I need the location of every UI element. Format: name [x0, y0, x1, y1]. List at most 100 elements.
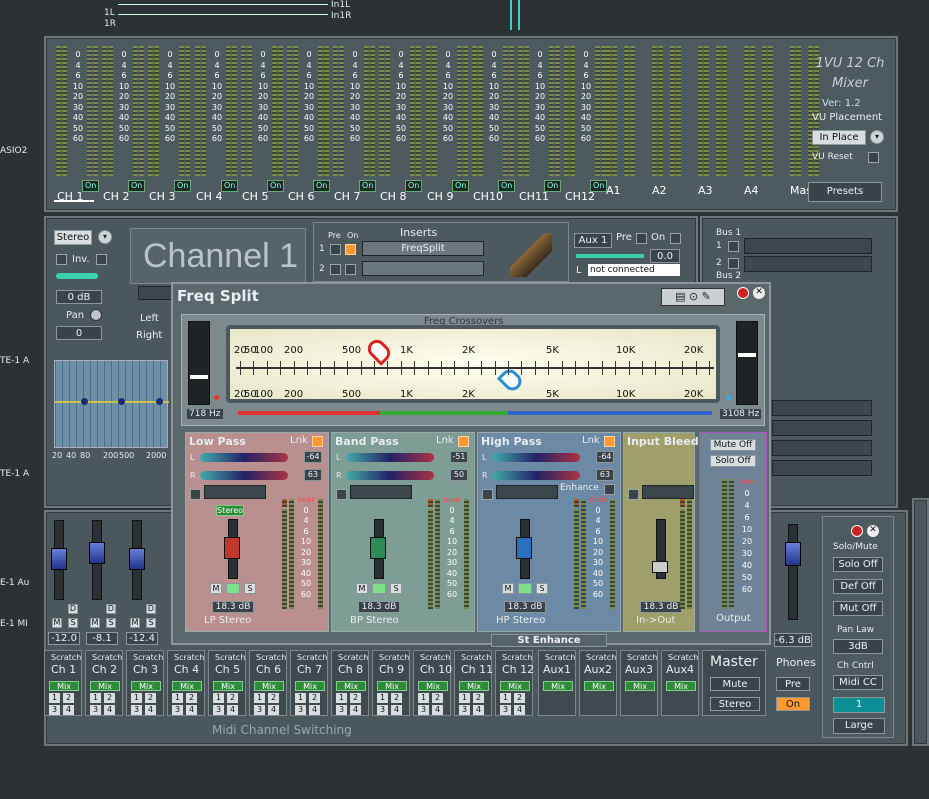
- insert1-on-checkbox[interactable]: [345, 244, 356, 255]
- mix-button[interactable]: Mix: [418, 681, 448, 691]
- section-fader-thumb[interactable]: [224, 537, 240, 559]
- master-mute-button[interactable]: Mute: [710, 677, 760, 691]
- fader-thumb[interactable]: [51, 548, 67, 570]
- level-button[interactable]: [226, 583, 240, 594]
- gain-slider[interactable]: [56, 273, 98, 279]
- midi-num-button[interactable]: 3: [172, 705, 183, 715]
- mix-button[interactable]: Mix: [625, 681, 655, 691]
- bus-row[interactable]: [772, 440, 872, 456]
- vu-on-badge[interactable]: On: [221, 180, 239, 192]
- midi-num-button[interactable]: 4: [227, 705, 238, 715]
- large-button[interactable]: Large: [833, 718, 885, 734]
- midi-num-button[interactable]: 3: [254, 705, 265, 715]
- pan-l-slider[interactable]: [200, 453, 288, 462]
- bus1-checkbox[interactable]: [728, 241, 739, 252]
- midi-num-button[interactable]: 2: [432, 693, 443, 703]
- midi-num-button[interactable]: 4: [186, 705, 197, 715]
- bus-row[interactable]: [772, 420, 872, 436]
- close-icon[interactable]: ✕: [867, 525, 879, 537]
- eq-node[interactable]: [118, 398, 125, 405]
- pan-l-value[interactable]: -51: [450, 451, 468, 463]
- midi-num-button[interactable]: 4: [63, 705, 74, 715]
- midi-num-button[interactable]: 2: [514, 693, 525, 703]
- cc-number-field[interactable]: 1: [833, 697, 885, 713]
- mute-button[interactable]: M: [356, 583, 368, 594]
- presets-button[interactable]: Presets: [808, 182, 882, 202]
- midi-num-button[interactable]: 1: [172, 693, 183, 703]
- section-gain-value[interactable]: 18.3 dB: [640, 601, 682, 613]
- section-fader-thumb[interactable]: [652, 561, 668, 573]
- eq-graph[interactable]: [54, 360, 169, 448]
- fader-value[interactable]: -12.4: [126, 632, 158, 645]
- chevron-down-icon[interactable]: ▾: [98, 230, 112, 244]
- midi-num-button[interactable]: 3: [213, 705, 224, 715]
- section-slot[interactable]: [204, 485, 266, 499]
- midi-num-button[interactable]: 2: [186, 693, 197, 703]
- midi-num-button[interactable]: 3: [49, 705, 60, 715]
- pan-r-value[interactable]: 63: [304, 469, 322, 481]
- low-crossover-marker[interactable]: [364, 336, 394, 366]
- fader-d-button[interactable]: D: [68, 604, 78, 614]
- mix-button[interactable]: Mix: [131, 681, 161, 691]
- midi-num-button[interactable]: 4: [391, 705, 402, 715]
- vu-on-badge[interactable]: On: [82, 180, 100, 192]
- mix-button[interactable]: Mix: [377, 681, 407, 691]
- phones-on-button[interactable]: On: [776, 697, 810, 711]
- midi-num-button[interactable]: 3: [131, 705, 142, 715]
- fader-thumb[interactable]: [129, 548, 145, 570]
- aux-select[interactable]: Aux 1: [574, 233, 612, 248]
- mix-button[interactable]: Mix: [459, 681, 489, 691]
- inv-checkbox[interactable]: [56, 254, 67, 265]
- def-off-button[interactable]: Def Off: [833, 579, 883, 594]
- vu-on-badge[interactable]: On: [128, 180, 146, 192]
- insert2-on-checkbox[interactable]: [345, 264, 356, 275]
- pan-value[interactable]: 0: [56, 326, 102, 340]
- st-enhance-button[interactable]: St Enhance: [491, 634, 607, 647]
- midi-num-button[interactable]: 1: [90, 693, 101, 703]
- level-button[interactable]: [518, 583, 532, 594]
- vu-on-badge[interactable]: On: [174, 180, 192, 192]
- midi-num-button[interactable]: 3: [336, 705, 347, 715]
- solo-button[interactable]: S: [244, 583, 256, 594]
- midi-num-button[interactable]: 1: [49, 693, 60, 703]
- solo-button[interactable]: S: [390, 583, 402, 594]
- mode-select[interactable]: Stereo: [54, 230, 92, 245]
- pan-r-value[interactable]: 63: [596, 469, 614, 481]
- midi-num-button[interactable]: 2: [63, 693, 74, 703]
- midi-num-button[interactable]: 3: [418, 705, 429, 715]
- section-fader-thumb[interactable]: [370, 537, 386, 559]
- high-freq-slider-thumb[interactable]: [738, 353, 756, 357]
- midi-num-button[interactable]: 2: [227, 693, 238, 703]
- insert1-pre-checkbox[interactable]: [330, 244, 341, 255]
- midi-num-button[interactable]: 2: [350, 693, 361, 703]
- section-gain-value[interactable]: 18.3 dB: [358, 601, 400, 613]
- vu-on-badge[interactable]: On: [313, 180, 331, 192]
- midi-num-button[interactable]: 1: [131, 693, 142, 703]
- eq-node[interactable]: [81, 398, 88, 405]
- mut-off-button[interactable]: Mut Off: [833, 601, 883, 616]
- midi-num-button[interactable]: 1: [336, 693, 347, 703]
- pan-r-slider[interactable]: [346, 471, 434, 480]
- eq-node[interactable]: [156, 398, 163, 405]
- vu-on-badge[interactable]: On: [267, 180, 285, 192]
- midi-num-button[interactable]: 1: [254, 693, 265, 703]
- mix-button[interactable]: Mix: [500, 681, 530, 691]
- minimize-icon[interactable]: [851, 525, 863, 537]
- bus-row[interactable]: [744, 256, 872, 272]
- midi-num-button[interactable]: 2: [391, 693, 402, 703]
- mute-button[interactable]: M: [502, 583, 514, 594]
- midi-num-button[interactable]: 4: [514, 705, 525, 715]
- aux-pre-checkbox[interactable]: [636, 233, 647, 244]
- aux-level-value[interactable]: 0.0: [650, 249, 680, 263]
- midi-num-button[interactable]: 4: [309, 705, 320, 715]
- section-slot[interactable]: [642, 485, 694, 499]
- stereo-mode-button[interactable]: Stereo: [216, 505, 244, 516]
- pan-r-slider[interactable]: [492, 471, 580, 480]
- midi-num-button[interactable]: 3: [90, 705, 101, 715]
- pan-l-slider[interactable]: [492, 453, 580, 462]
- inv-right-checkbox[interactable]: [96, 254, 107, 265]
- aux-on-checkbox[interactable]: [670, 233, 681, 244]
- midi-num-button[interactable]: 2: [309, 693, 320, 703]
- insert2-pre-checkbox[interactable]: [330, 264, 341, 275]
- midi-num-button[interactable]: 4: [350, 705, 361, 715]
